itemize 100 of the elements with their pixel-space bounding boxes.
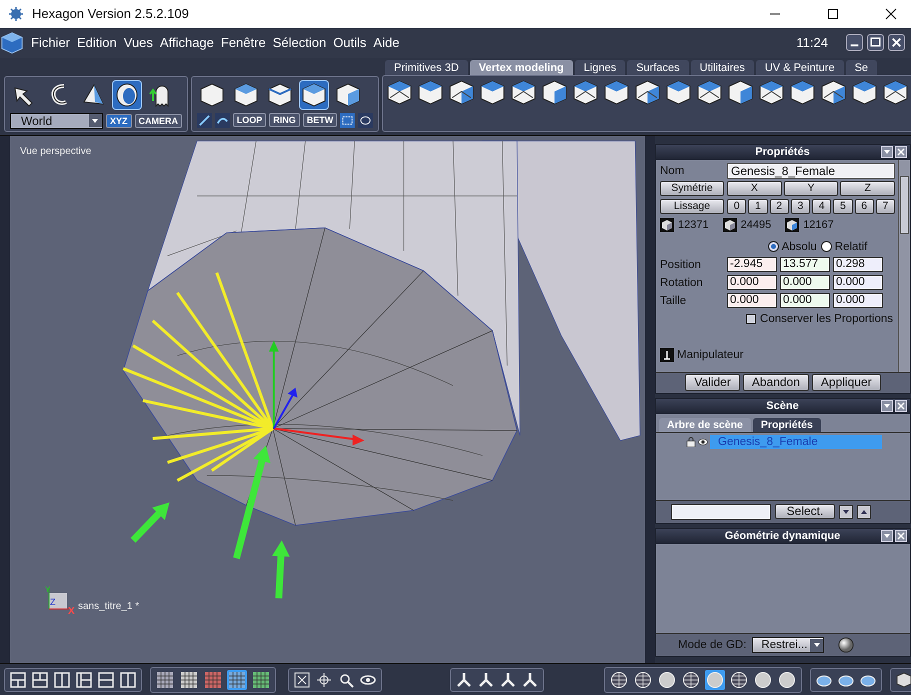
modeling-tool-icon[interactable] (665, 78, 692, 106)
modeling-tool-icon[interactable] (727, 78, 754, 106)
selection-mode-button[interactable]: RING (269, 113, 300, 128)
space-mode-button[interactable]: XYZ (106, 114, 132, 128)
axis-tool-icon[interactable] (499, 670, 517, 689)
shading-mode-button[interactable] (777, 670, 797, 690)
value-field[interactable]: 0.000 (727, 275, 777, 290)
smoothing-button[interactable]: Lissage (660, 199, 724, 214)
maximize-icon[interactable] (827, 8, 839, 20)
scrollbar[interactable] (898, 160, 910, 372)
select-button[interactable]: Select. (775, 504, 835, 520)
value-field[interactable]: 0.298 (833, 257, 883, 272)
value-field[interactable]: 0.000 (780, 275, 830, 290)
keep-proportions-checkbox[interactable]: Conserver les Proportions (746, 312, 893, 325)
panel-tab[interactable]: Propriétés (752, 418, 821, 432)
shading-mode-button[interactable] (753, 670, 773, 690)
toolbar-tab[interactable]: Primitives 3D (385, 60, 468, 75)
smoothing-level-button[interactable]: 7 (876, 199, 895, 214)
shading-mode-button[interactable] (681, 670, 701, 690)
modeling-tool-icon[interactable] (510, 78, 537, 106)
lock-icon[interactable] (686, 436, 696, 447)
layout-icon[interactable] (53, 670, 71, 689)
value-field[interactable]: 0.000 (727, 293, 777, 308)
shading-mode-button[interactable] (729, 670, 749, 690)
toolbar-tab[interactable]: Utilitaires (690, 60, 754, 75)
value-field[interactable]: 0.000 (780, 293, 830, 308)
space-dropdown[interactable]: World (10, 112, 103, 129)
toolbar-tab[interactable]: Se (846, 60, 878, 75)
lasso-icon[interactable] (358, 112, 374, 128)
smoothing-level-button[interactable]: 1 (748, 199, 768, 214)
move-icon[interactable] (315, 670, 333, 689)
modeling-tool-icon[interactable] (448, 78, 475, 106)
minimize-icon[interactable] (846, 34, 863, 52)
modeling-tool-icon[interactable] (386, 78, 413, 106)
shading-mode-button[interactable] (657, 670, 677, 690)
menu-item[interactable]: Sélection (272, 35, 326, 50)
modeling-tool-icon[interactable] (479, 78, 506, 106)
display-mode-button[interactable] (155, 670, 175, 690)
axis-tool-icon[interactable] (477, 670, 495, 689)
close-icon[interactable] (885, 8, 897, 20)
toolbar-tab[interactable]: Surfaces (627, 60, 689, 75)
collapse-icon[interactable] (881, 146, 893, 158)
loop-select-icon[interactable] (214, 112, 230, 128)
menu-item[interactable]: Aide (373, 35, 400, 50)
collapse-icon[interactable] (881, 530, 893, 542)
axis-button[interactable]: Z (840, 181, 896, 196)
menu-item[interactable]: Fenêtre (220, 35, 266, 50)
modeling-tool-icon[interactable] (696, 78, 723, 106)
display-mode-button[interactable] (227, 670, 247, 690)
smoothing-level-button[interactable]: 3 (790, 199, 810, 214)
coordinate-mode-radio[interactable]: Relatif (820, 240, 868, 253)
layout-icon[interactable] (119, 670, 137, 689)
toolbar-tab[interactable]: UV & Peinture (756, 60, 844, 75)
grid-select-icon[interactable] (340, 112, 356, 128)
axis-tool-icon[interactable] (521, 670, 539, 689)
modeling-tool-icon[interactable] (789, 78, 816, 106)
search-field[interactable] (671, 504, 771, 520)
modeling-tool-icon[interactable] (758, 78, 785, 106)
symmetry-button[interactable]: Symétrie (660, 181, 724, 196)
shading-mode-button[interactable] (609, 670, 629, 690)
modeling-tool-icon[interactable] (851, 78, 878, 106)
close-icon[interactable] (888, 34, 905, 52)
axis-button[interactable]: X (727, 181, 782, 196)
modeling-tool-icon[interactable] (634, 78, 661, 106)
sphere-icon[interactable] (838, 637, 854, 654)
value-field[interactable]: 13.577 (780, 257, 830, 272)
modeling-tool-icon[interactable] (572, 78, 599, 106)
value-field[interactable]: 0.000 (833, 293, 883, 308)
layout-icon[interactable] (75, 670, 93, 689)
brush-icon[interactable] (197, 112, 212, 128)
axis-tool-icon[interactable] (455, 670, 473, 689)
cube-icon[interactable] (895, 670, 911, 689)
modeling-tool-icon[interactable] (541, 78, 568, 106)
component-mode-button[interactable] (299, 80, 329, 110)
move-gizmo-drawing[interactable] (268, 340, 364, 446)
layout-icon[interactable] (9, 670, 27, 689)
menu-item[interactable]: Edition (77, 35, 117, 50)
display-mode-button[interactable] (251, 670, 271, 690)
axis-button[interactable]: Y (784, 181, 838, 196)
smoothing-level-button[interactable]: 5 (833, 199, 852, 214)
fit-view-icon[interactable] (293, 670, 311, 689)
modeling-tool-icon[interactable] (820, 78, 847, 106)
name-field[interactable]: Genesis_8_Female (727, 162, 895, 179)
maximize-icon[interactable] (867, 34, 884, 52)
display-mode-button[interactable] (179, 670, 199, 690)
shading-mode-button[interactable] (705, 670, 725, 690)
display-mode-button[interactable] (203, 670, 223, 690)
menu-item[interactable]: Fichier (31, 35, 70, 50)
dialog-button[interactable]: Appliquer (812, 374, 881, 392)
smoothing-level-button[interactable]: 0 (727, 199, 746, 214)
coordinate-mode-radio[interactable]: Absolu (768, 240, 817, 253)
mode-dropdown[interactable]: Restrei... (752, 637, 824, 654)
smoothing-level-button[interactable]: 6 (854, 199, 874, 214)
layout-icon[interactable] (31, 670, 49, 689)
3d-viewport[interactable]: Vue perspective Y Z X sans_titre_1 * (10, 136, 645, 664)
modeling-tool-icon[interactable] (882, 78, 909, 106)
selection-mode-button[interactable]: LOOP (232, 113, 266, 128)
tool-button[interactable] (112, 80, 142, 110)
value-field[interactable]: -2.945 (727, 257, 777, 272)
space-mode-button[interactable]: CAMERA (134, 114, 182, 128)
